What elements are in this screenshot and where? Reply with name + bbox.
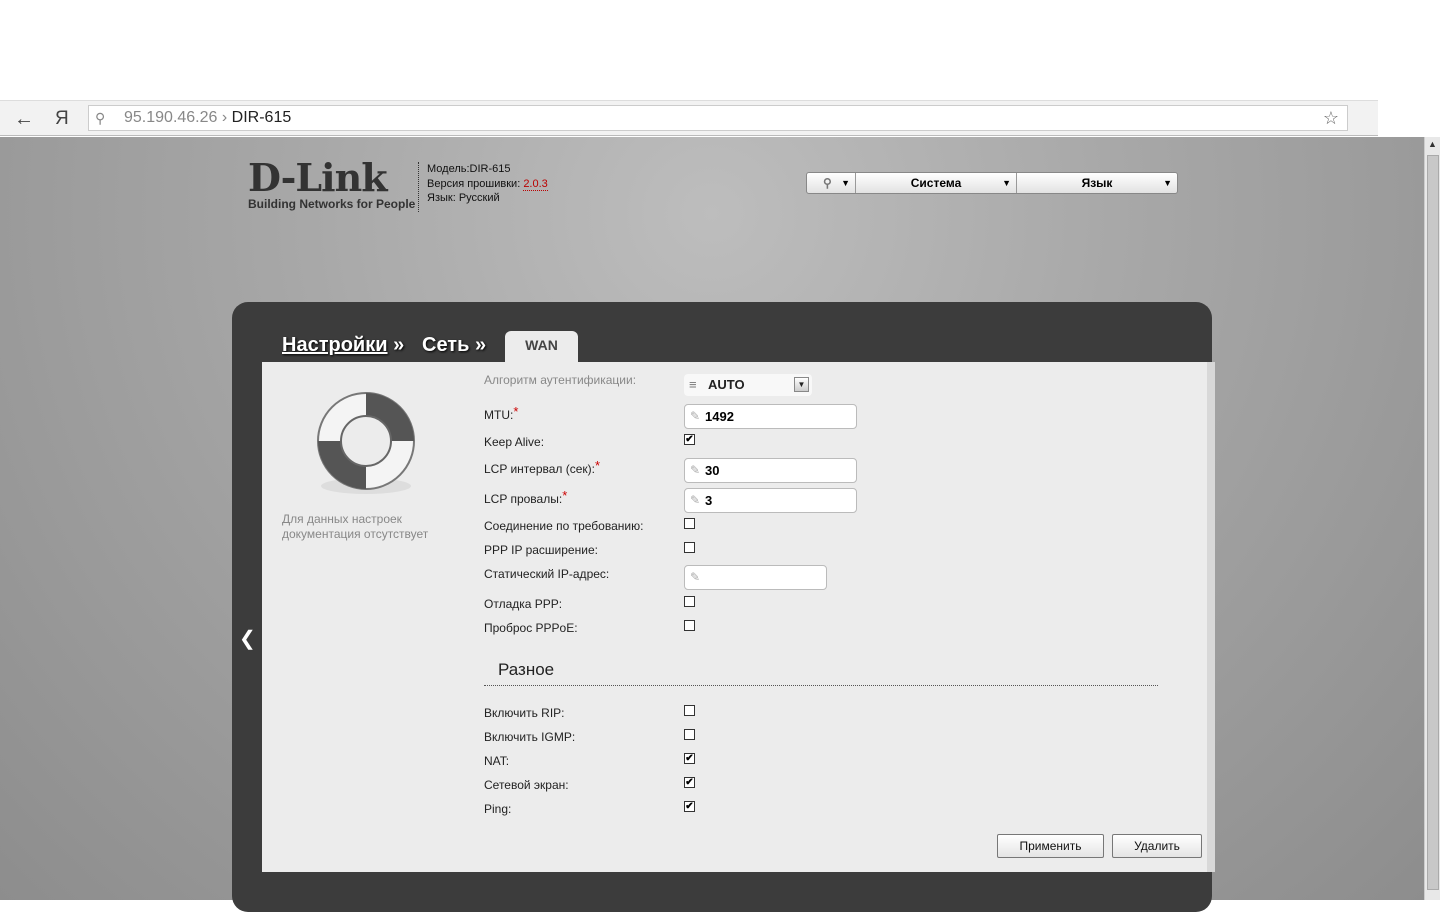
igmp-checkbox[interactable] bbox=[684, 729, 695, 740]
pencil-icon: ✎ bbox=[690, 463, 701, 477]
apply-button[interactable]: Применить bbox=[997, 834, 1104, 858]
back-arrow-icon[interactable]: ← bbox=[14, 108, 34, 131]
pppoe-passthrough-checkbox[interactable] bbox=[684, 620, 695, 631]
auth-select[interactable]: ≡ AUTO ▼ bbox=[684, 374, 812, 396]
system-menu-label: Система bbox=[910, 176, 962, 190]
lcp-fail-value: 3 bbox=[705, 493, 713, 508]
breadcrumb-sep: » bbox=[393, 334, 405, 356]
lcp-interval-label: LCP интервал (сек):* bbox=[484, 458, 600, 477]
ping-checkbox[interactable]: ✔ bbox=[684, 801, 695, 812]
model-value: DIR-615 bbox=[469, 163, 511, 175]
static-ip-label: Статический IP-адрес: bbox=[484, 567, 610, 581]
list-icon: ≡ bbox=[689, 377, 697, 392]
address-host: 95.190.46.26 bbox=[124, 109, 218, 126]
chevron-down-icon: ▼ bbox=[841, 178, 850, 188]
firmware-label: Версия прошивки: bbox=[427, 177, 524, 190]
tab-wan[interactable]: WAN bbox=[505, 331, 578, 363]
lcp-fail-label-text: LCP провалы: bbox=[484, 492, 563, 506]
debug-ppp-label: Отладка PPP: bbox=[484, 597, 563, 611]
language-menu-label: Язык bbox=[1081, 176, 1113, 190]
blank-area bbox=[0, 0, 1440, 100]
doc-note: Для данных настроек документация отсутст… bbox=[282, 512, 429, 541]
mtu-input[interactable]: ✎ 1492 bbox=[684, 404, 857, 429]
language-value: Русский bbox=[458, 192, 500, 204]
breadcrumb-network-label[interactable]: Сеть bbox=[422, 334, 469, 356]
lcp-fail-input[interactable]: ✎ 3 bbox=[684, 488, 857, 513]
nat-label: NAT: bbox=[484, 754, 510, 768]
logo-text: D-Link bbox=[248, 155, 388, 200]
ping-label: Ping: bbox=[484, 802, 512, 816]
rip-label: Включить RIP: bbox=[484, 706, 565, 720]
breadcrumb-settings-label[interactable]: Настройки bbox=[282, 334, 388, 356]
firewall-label: Сетевой экран: bbox=[484, 778, 569, 792]
ppp-ip-label: PPP IP расширение: bbox=[484, 543, 598, 557]
search-icon: ⚲ bbox=[95, 110, 106, 126]
igmp-label: Включить IGMP: bbox=[484, 730, 576, 744]
star-icon[interactable]: ☆ bbox=[1323, 106, 1339, 130]
firewall-checkbox[interactable]: ✔ bbox=[684, 777, 695, 788]
lightbulb-icon: ⚲ bbox=[823, 176, 832, 190]
misc-section-title: Разное bbox=[498, 660, 555, 679]
rip-checkbox[interactable] bbox=[684, 705, 695, 716]
address-page: DIR-615 bbox=[231, 109, 292, 126]
language-label: Язык: bbox=[427, 192, 459, 204]
required-mark: * bbox=[595, 458, 601, 473]
section-divider bbox=[484, 685, 1158, 686]
scrollbar-thumb[interactable] bbox=[1427, 155, 1439, 890]
pencil-icon: ✎ bbox=[690, 409, 701, 423]
ppp-ip-checkbox[interactable] bbox=[684, 542, 695, 553]
auth-value: AUTO bbox=[708, 377, 745, 392]
debug-ppp-checkbox[interactable] bbox=[684, 596, 695, 607]
firmware-value[interactable]: 2.0.3 bbox=[523, 177, 548, 191]
delete-button[interactable]: Удалить bbox=[1112, 834, 1202, 858]
top-menu: ⚲ ▼ Система ▼ Язык ▼ bbox=[806, 172, 1178, 194]
tips-menu[interactable]: ⚲ ▼ bbox=[807, 173, 856, 193]
scroll-up-icon[interactable]: ▲ bbox=[1428, 139, 1437, 149]
pencil-icon: ✎ bbox=[690, 493, 701, 507]
nat-checkbox[interactable]: ✔ bbox=[684, 753, 695, 764]
auth-label: Алгоритм аутентификации: bbox=[484, 373, 637, 387]
chevron-down-icon: ▼ bbox=[1163, 178, 1172, 188]
breadcrumb-settings[interactable]: Настройки » bbox=[282, 334, 404, 357]
dropdown-arrow-icon[interactable]: ▼ bbox=[794, 377, 809, 392]
lcp-interval-input[interactable]: ✎ 30 bbox=[684, 458, 857, 483]
static-ip-input[interactable]: ✎ bbox=[684, 565, 827, 590]
on-demand-checkbox[interactable] bbox=[684, 518, 695, 529]
address-separator: › bbox=[221, 109, 228, 126]
mtu-label: MTU:* bbox=[484, 404, 518, 423]
mtu-value: 1492 bbox=[705, 409, 734, 424]
chevron-down-icon: ▼ bbox=[1002, 178, 1011, 188]
breadcrumb-network[interactable]: Сеть » bbox=[422, 334, 486, 357]
dlink-logo: D-Link Building Networks for People bbox=[248, 155, 416, 212]
keepalive-label: Keep Alive: bbox=[484, 435, 545, 449]
language-menu[interactable]: Язык ▼ bbox=[1017, 173, 1177, 193]
pencil-icon: ✎ bbox=[690, 570, 701, 584]
scrollbar[interactable]: ▲ bbox=[1424, 137, 1440, 900]
breadcrumb-sep: » bbox=[474, 334, 487, 356]
required-mark: * bbox=[562, 488, 568, 503]
lifebuoy-icon bbox=[317, 392, 415, 494]
device-info: Модель:DIR-615 Версия прошивки: 2.0.3 Яз… bbox=[418, 162, 548, 212]
required-mark: * bbox=[513, 404, 519, 419]
lcp-interval-label-text: LCP интервал (сек): bbox=[484, 462, 595, 476]
system-menu[interactable]: Система ▼ bbox=[856, 173, 1017, 193]
on-demand-label: Соединение по требованию: bbox=[484, 519, 644, 533]
pppoe-passthrough-label: Проброс PPPoE: bbox=[484, 621, 578, 635]
collapse-arrow-icon[interactable]: ❮ bbox=[239, 626, 256, 651]
lcp-interval-value: 30 bbox=[705, 463, 720, 478]
browser-toolbar: ← Я ⚲ 95.190.46.26 › DIR-615 ☆ bbox=[0, 100, 1378, 136]
keepalive-checkbox[interactable]: ✔ bbox=[684, 434, 695, 445]
model-label: Модель: bbox=[427, 163, 470, 175]
mtu-label-text: MTU: bbox=[484, 408, 514, 422]
lcp-fail-label: LCP провалы:* bbox=[484, 488, 567, 507]
address-bar[interactable]: ⚲ 95.190.46.26 › DIR-615 ☆ bbox=[88, 105, 1348, 131]
logo-tagline: Building Networks for People bbox=[248, 197, 416, 211]
yandex-icon[interactable]: Я bbox=[55, 108, 69, 130]
